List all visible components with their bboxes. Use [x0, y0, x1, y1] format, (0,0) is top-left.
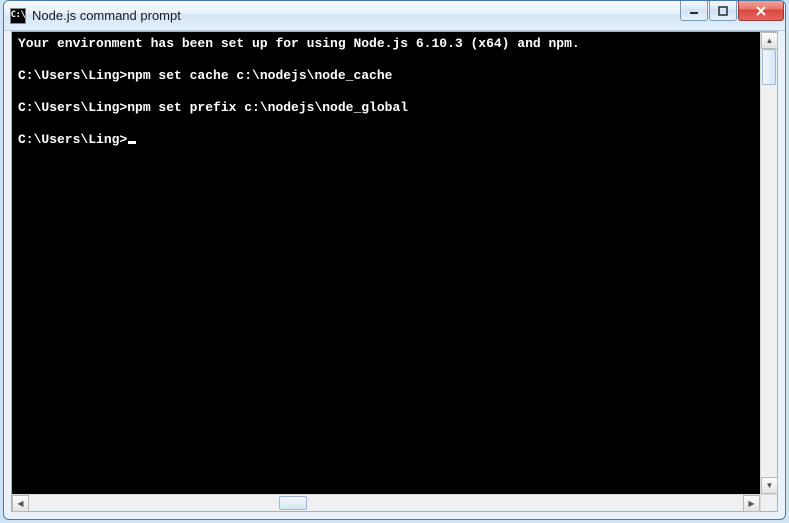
close-button[interactable]	[738, 1, 784, 21]
titlebar[interactable]: C:\ Node.js command prompt	[4, 1, 785, 31]
horizontal-scrollbar[interactable]: ◀ ▶	[12, 494, 760, 511]
chevron-left-icon: ◀	[17, 500, 23, 508]
minimize-button[interactable]	[680, 1, 708, 21]
window-controls	[679, 1, 784, 21]
scroll-up-button[interactable]: ▲	[761, 32, 778, 49]
console-line	[18, 52, 754, 68]
vertical-scrollbar[interactable]: ▲ ▼	[760, 32, 777, 494]
close-icon	[755, 5, 767, 17]
maximize-button[interactable]	[709, 1, 737, 21]
console-line: C:\Users\Ling>npm set cache c:\nodejs\no…	[18, 68, 754, 84]
app-icon: C:\	[10, 8, 26, 24]
console-content: Your environment has been set up for usi…	[12, 32, 760, 152]
console-line	[18, 116, 754, 132]
horizontal-scroll-track[interactable]	[29, 495, 743, 511]
chevron-right-icon: ▶	[748, 500, 754, 508]
minimize-icon	[689, 6, 699, 16]
scroll-right-button[interactable]: ▶	[743, 495, 760, 512]
console-line	[18, 84, 754, 100]
scroll-left-button[interactable]: ◀	[12, 495, 29, 512]
vertical-scroll-track[interactable]	[761, 49, 777, 477]
scrollbar-corner	[760, 494, 777, 511]
window-frame: C:\ Node.js command prompt Your environm…	[3, 0, 786, 520]
app-icon-text: C:\	[11, 11, 26, 20]
horizontal-scroll-thumb[interactable]	[279, 496, 307, 510]
console-line: C:\Users\Ling>npm set prefix c:\nodejs\n…	[18, 100, 754, 116]
maximize-icon	[718, 6, 728, 16]
console-viewport[interactable]: Your environment has been set up for usi…	[12, 32, 760, 494]
vertical-scroll-thumb[interactable]	[762, 49, 776, 85]
chevron-up-icon: ▲	[766, 37, 774, 45]
scroll-down-button[interactable]: ▼	[761, 477, 778, 494]
window-title: Node.js command prompt	[32, 8, 679, 23]
client-area: Your environment has been set up for usi…	[11, 31, 778, 512]
chevron-down-icon: ▼	[766, 482, 774, 490]
console-line: C:\Users\Ling>	[18, 132, 754, 148]
console-line: Your environment has been set up for usi…	[18, 36, 754, 52]
cursor	[128, 141, 136, 144]
